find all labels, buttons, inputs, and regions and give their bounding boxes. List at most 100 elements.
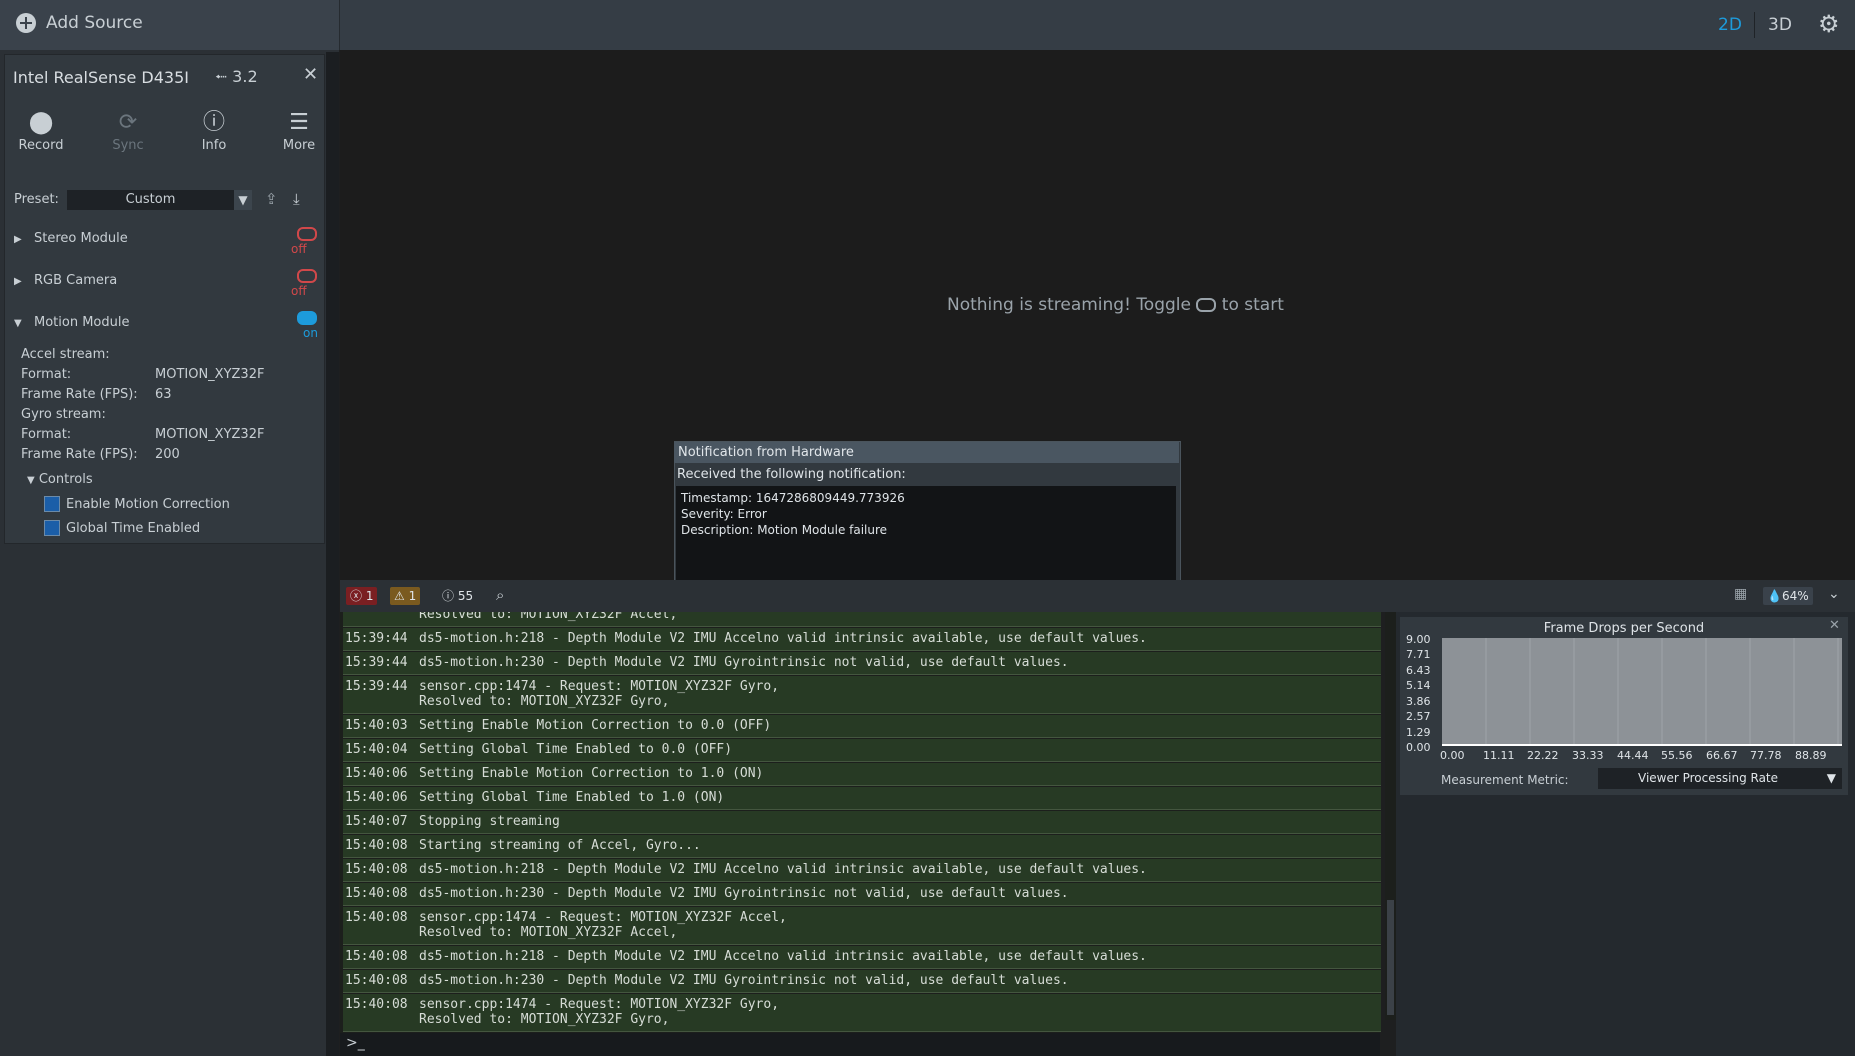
gyro-fps-value[interactable]: 200 [155,447,180,462]
y-tick-label: 2.57 [1406,710,1431,724]
gyro-fps-label: Frame Rate (FPS): [21,447,138,462]
log-list[interactable]: Resolved to: MOTION_XYZ32F Accel, 15:39:4… [343,612,1381,1032]
log-message: Setting Global Time Enabled to 0.0 (OFF) [419,742,733,757]
log-row[interactable]: 15:39:44 sensor.cpp:1474 - Request: MOTIO… [343,676,1381,714]
controls-label: Controls [38,472,93,487]
error-count-badge[interactable]: ⓧ 1 [346,587,378,605]
module-stereo-label: Stereo Module [34,231,128,246]
gyro-format-value[interactable]: MOTION_XYZ32F [155,427,264,442]
global-time-checkbox[interactable] [44,520,60,536]
log-row[interactable]: 15:39:44 ds5-motion.h:218 - Depth Module … [343,628,1381,651]
log-message: Resolved to: MOTION_XYZ32F Accel, [419,612,678,622]
log-row[interactable]: 15:40:08 ds5-motion.h:218 - Depth Module … [343,859,1381,882]
warning-count-badge[interactable]: ⚠ 1 [390,587,421,605]
notification-subtitle: Received the following notification: [677,467,906,482]
close-icon[interactable]: ✕ [1829,618,1840,633]
log-message: sensor.cpp:1474 - Request: MOTION_XYZ32F… [419,679,780,709]
module-rgb[interactable]: ▶ RGB Camera [14,273,117,288]
sync-label: Sync [112,138,144,153]
memory-icon[interactable]: ▦ [1734,586,1747,602]
log-message: Setting Enable Motion Correction to 0.0 … [419,718,772,733]
record-button[interactable]: ⬤ Record [6,108,76,153]
accel-format-value[interactable]: MOTION_XYZ32F [155,367,264,382]
log-row[interactable]: 15:40:08 ds5-motion.h:230 - Depth Module … [343,970,1381,993]
preset-dropdown-icon[interactable]: ▼ [234,190,252,210]
record-icon: ⬤ [28,110,54,135]
log-timestamp: 15:40:08 [345,886,408,901]
y-tick-label: 6.43 [1406,663,1431,677]
log-row[interactable]: 15:39:44 ds5-motion.h:230 - Depth Module … [343,652,1381,675]
module-motion[interactable]: ▼ Motion Module [14,315,129,330]
log-message: ds5-motion.h:230 - Depth Module V2 IMU G… [419,973,1069,988]
cpu-value: 64% [1781,589,1809,603]
preset-select[interactable]: Custom [67,190,234,210]
measurement-metric-label: Measurement Metric: [1441,773,1569,787]
terminal-prompt-icon: >_ [346,1035,365,1051]
settings-gear-icon[interactable]: ⚙ [1818,12,1840,36]
motion-state: on [303,326,318,340]
y-tick-label: 1.29 [1406,725,1431,739]
log-row[interactable]: 15:40:08 Starting streaming of Accel, Gyr… [343,835,1381,858]
y-tick-label: 7.71 [1406,648,1431,662]
view-3d-button[interactable]: 3D [1768,15,1792,35]
log-row[interactable]: 15:40:08 ds5-motion.h:230 - Depth Module … [343,883,1381,906]
close-device-icon[interactable]: ✕ [303,64,318,85]
device-name: Intel RealSense D435I [13,68,189,87]
expand-arrow-icon: ▶ [14,234,22,245]
cpu-usage: 💧64% [1763,587,1813,605]
log-row[interactable]: 15:40:07 Stopping streaming [343,811,1381,834]
preset-label: Preset: [14,192,59,207]
nothing-streaming-text: Nothing is streaming! Toggle [947,295,1191,315]
notification-description: Description: Motion Module failure [681,523,888,537]
enable-motion-correction-checkbox[interactable] [44,496,60,512]
module-motion-label: Motion Module [34,315,130,330]
more-button[interactable]: ☰ More [264,108,334,153]
log-timestamp: 15:40:03 [345,718,408,733]
controls-section[interactable]: ▼ Controls [27,472,93,487]
sidebar-scrollbar[interactable] [326,52,339,1056]
notification-severity: Severity: Error [681,507,767,521]
info-icon: ⓘ [202,110,225,135]
log-row[interactable]: 15:40:04 Setting Global Time Enabled to 0… [343,739,1381,762]
log-row[interactable]: 15:40:03 Setting Enable Motion Correction… [343,715,1381,738]
accel-fps-value[interactable]: 63 [155,387,172,402]
download-preset-icon[interactable]: ⤓ [293,190,300,208]
log-message: ds5-motion.h:230 - Depth Module V2 IMU G… [419,655,1069,670]
log-timestamp: 15:39:44 [345,679,408,694]
search-icon[interactable]: ⌕ [496,586,504,604]
log-message: ds5-motion.h:230 - Depth Module V2 IMU G… [419,886,1069,901]
info-count-badge[interactable]: ⓘ 55 [438,587,477,605]
command-input[interactable] [340,1033,1380,1056]
add-icon [16,13,36,33]
add-source-button[interactable]: Add Source [16,13,143,33]
measurement-metric-select[interactable]: Viewer Processing Rate ▼ [1598,768,1842,789]
log-timestamp: 15:39:44 [345,631,408,646]
log-timestamp: 15:40:06 [345,766,408,781]
sync-button[interactable]: ⟳ Sync [93,108,163,153]
frame-drops-plot [1442,638,1842,746]
global-time-label: Global Time Enabled [66,521,201,536]
y-tick-label: 5.14 [1406,679,1431,693]
log-timestamp: 15:40:06 [345,790,408,805]
log-row[interactable]: Resolved to: MOTION_XYZ32F Accel, [343,612,1381,627]
collapse-log-icon[interactable]: ⌄ [1828,586,1840,602]
module-stereo[interactable]: ▶ Stereo Module [14,231,128,246]
log-scroll-thumb[interactable] [1387,900,1394,1015]
log-row[interactable]: 15:40:08 ds5-motion.h:218 - Depth Module … [343,946,1381,969]
rgb-toggle[interactable] [297,269,317,283]
motion-toggle[interactable] [297,311,317,325]
y-tick-label: 9.00 [1406,633,1431,646]
view-2d-button[interactable]: 2D [1718,15,1742,35]
log-timestamp: 15:40:04 [345,742,408,757]
x-tick-label: 66.67 [1706,749,1738,762]
log-row[interactable]: 15:40:08 sensor.cpp:1474 - Request: MOTIO… [343,907,1381,945]
stereo-toggle[interactable] [297,227,317,241]
warning-count: 1 [408,589,417,603]
upload-preset-icon[interactable]: ⇪ [265,190,278,208]
log-message: Setting Enable Motion Correction to 1.0 … [419,766,764,781]
log-row[interactable]: 15:40:06 Setting Enable Motion Correction… [343,763,1381,786]
accel-stream-label: Accel stream: [21,347,110,362]
log-row[interactable]: 15:40:08 sensor.cpp:1474 - Request: MOTIO… [343,994,1381,1032]
log-row[interactable]: 15:40:06 Setting Global Time Enabled to 1… [343,787,1381,810]
info-button[interactable]: ⓘ Info [179,108,249,153]
